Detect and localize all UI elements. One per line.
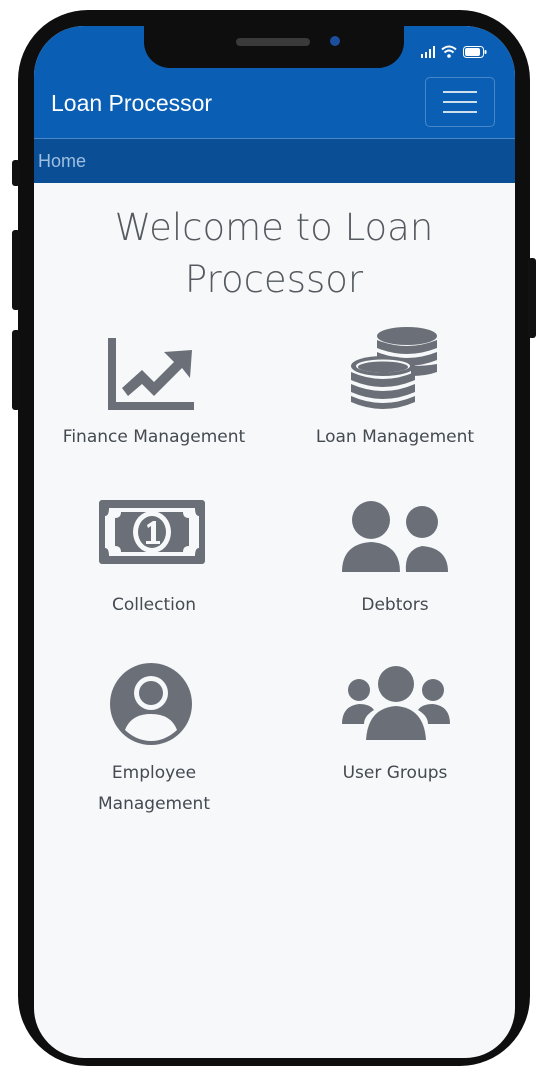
chart-line-icon [108,338,194,410]
side-button-volume-up [12,230,20,310]
tile-label: Collection [111,595,197,615]
tile-finance-management[interactable]: Finance Management [34,324,274,454]
tile-collection[interactable]: Collection [34,496,274,626]
side-button-power [528,258,536,338]
tile-label-line1: Employee [111,763,197,783]
tile-debtors[interactable]: Debtors [275,496,515,626]
camera-dot [330,36,340,46]
phone-notch [144,26,404,68]
menu-button[interactable] [425,77,495,127]
user-pair-icon [342,501,448,572]
wifi-icon [441,45,457,58]
breadcrumb: Home [34,139,515,183]
tile-label: User Groups [342,763,448,783]
money-bill-icon [99,500,205,564]
side-button-mute [12,160,20,186]
tile-label: Finance Management [62,427,246,447]
app-title[interactable]: Loan Processor [51,90,212,117]
hamburger-icon [443,91,477,93]
signal-icon [421,46,435,58]
tile-user-groups[interactable]: User Groups [275,662,515,822]
tile-loan-management[interactable]: Loan Management [275,324,515,454]
page-title-line2: Processor [184,258,364,301]
battery-icon [463,46,487,58]
tile-label: Loan Management [315,427,475,447]
tile-label-line2: Management [98,794,210,814]
tile-label: Debtors [361,595,429,615]
user-circle-icon [110,663,192,745]
status-icons [421,44,487,58]
page-title-line1: Welcome to Loan [114,206,434,249]
screen: Loan Processor Home Welcome to Loan Proc… [34,26,515,1058]
hamburger-icon-bar [443,111,477,113]
breadcrumb-home-link[interactable]: Home [38,151,86,172]
speaker-grille [236,38,310,46]
page-title: Welcome to Loan Processor [74,202,474,306]
side-button-volume-down [12,330,20,410]
tile-employee-management[interactable]: Employee Management [34,662,274,822]
coins-icon [351,327,437,409]
hamburger-icon-bar [443,101,477,103]
users-group-icon [342,666,450,740]
